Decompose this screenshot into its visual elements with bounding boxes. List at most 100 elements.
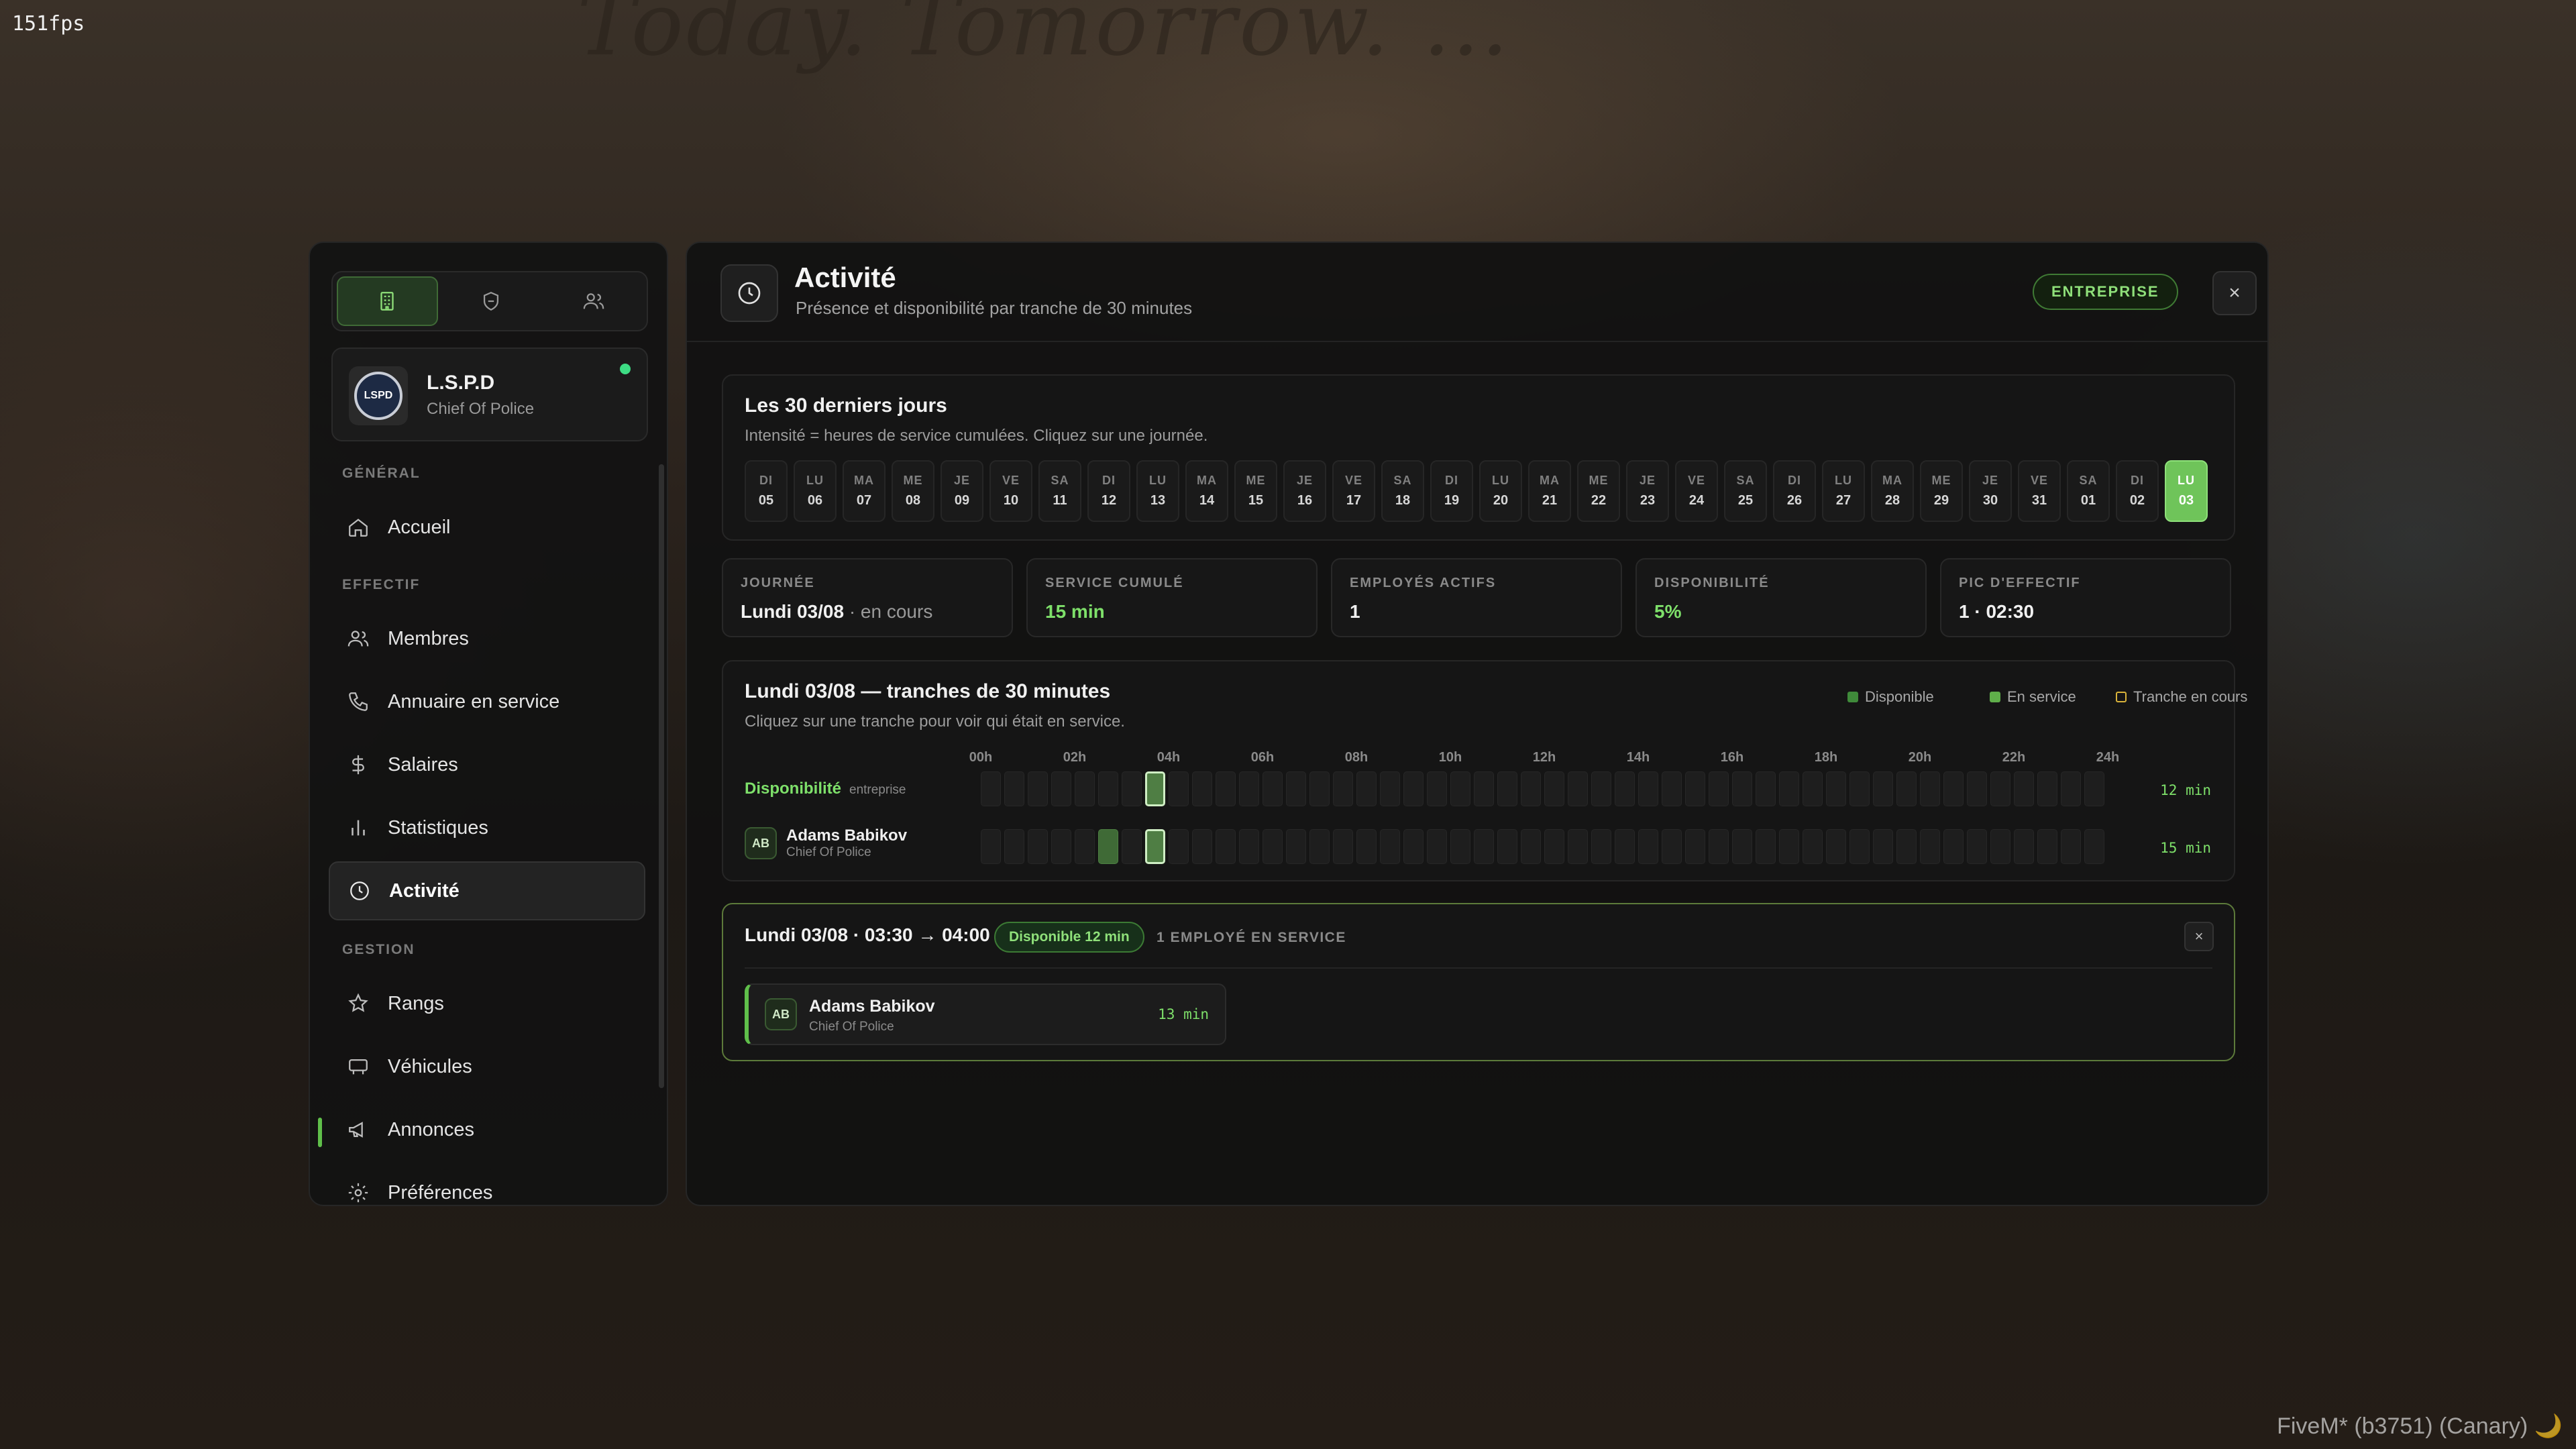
time-slot[interactable] xyxy=(1145,829,1165,864)
day-button[interactable]: MA 14 xyxy=(1185,460,1228,522)
time-slot[interactable] xyxy=(1873,771,1893,806)
time-slot[interactable] xyxy=(1849,829,1870,864)
time-slot[interactable] xyxy=(1990,829,2010,864)
time-slot[interactable] xyxy=(1544,829,1564,864)
nav-annuaire[interactable]: Annuaire en service xyxy=(329,672,645,731)
nav-statistiques[interactable]: Statistiques xyxy=(329,798,645,857)
nav-preferences[interactable]: Préférences xyxy=(329,1163,645,1205)
time-slot[interactable] xyxy=(1709,829,1729,864)
time-slot[interactable] xyxy=(1122,771,1142,806)
day-button[interactable]: DI 26 xyxy=(1773,460,1816,522)
day-button[interactable]: SA 25 xyxy=(1724,460,1767,522)
time-slot[interactable] xyxy=(1568,771,1588,806)
time-slot[interactable] xyxy=(1051,771,1071,806)
day-button[interactable]: DI 02 xyxy=(2116,460,2159,522)
time-slot[interactable] xyxy=(1169,771,1189,806)
time-slot[interactable] xyxy=(1075,829,1095,864)
nav-membres[interactable]: Membres xyxy=(329,609,645,668)
day-button[interactable]: LU 13 xyxy=(1136,460,1179,522)
day-button[interactable]: ME 22 xyxy=(1577,460,1620,522)
time-slot[interactable] xyxy=(1098,771,1118,806)
time-slot[interactable] xyxy=(1169,829,1189,864)
time-slot[interactable] xyxy=(1403,771,1424,806)
nav-rangs[interactable]: Rangs xyxy=(329,974,645,1033)
time-slot[interactable] xyxy=(1521,829,1541,864)
time-slot[interactable] xyxy=(1192,771,1212,806)
time-slot[interactable] xyxy=(1216,771,1236,806)
organization-card[interactable]: LSPD L.S.P.D Chief Of Police xyxy=(331,347,648,441)
day-button[interactable]: JE 23 xyxy=(1626,460,1669,522)
time-slot[interactable] xyxy=(1497,771,1517,806)
time-slot[interactable] xyxy=(1403,829,1424,864)
time-slot[interactable] xyxy=(1685,771,1705,806)
time-slot[interactable] xyxy=(981,771,1001,806)
day-button[interactable]: MA 21 xyxy=(1528,460,1571,522)
time-slot[interactable] xyxy=(1615,829,1635,864)
time-slot[interactable] xyxy=(1943,771,1964,806)
day-button[interactable]: ME 08 xyxy=(892,460,934,522)
time-slot[interactable] xyxy=(1380,771,1400,806)
time-slot[interactable] xyxy=(1591,829,1611,864)
day-button[interactable]: DI 19 xyxy=(1430,460,1473,522)
day-button[interactable]: ME 29 xyxy=(1920,460,1963,522)
time-slot[interactable] xyxy=(1474,829,1494,864)
day-button[interactable]: VE 24 xyxy=(1675,460,1718,522)
day-button[interactable]: VE 17 xyxy=(1332,460,1375,522)
nav-vehicules[interactable]: Véhicules xyxy=(329,1037,645,1096)
time-slot[interactable] xyxy=(2061,771,2081,806)
time-slot[interactable] xyxy=(1427,829,1447,864)
time-slot[interactable] xyxy=(1004,771,1024,806)
time-slot[interactable] xyxy=(1263,771,1283,806)
day-button[interactable]: VE 10 xyxy=(989,460,1032,522)
time-slot[interactable] xyxy=(1920,829,1940,864)
time-slot[interactable] xyxy=(1286,771,1306,806)
time-slot[interactable] xyxy=(1286,829,1306,864)
time-slot[interactable] xyxy=(1309,829,1330,864)
time-slot[interactable] xyxy=(1849,771,1870,806)
day-button[interactable]: ME 15 xyxy=(1234,460,1277,522)
time-slot[interactable] xyxy=(1263,829,1283,864)
day-button[interactable]: JE 16 xyxy=(1283,460,1326,522)
time-slot[interactable] xyxy=(1826,771,1846,806)
time-slot[interactable] xyxy=(1450,829,1470,864)
time-slot[interactable] xyxy=(1638,771,1658,806)
time-slot[interactable] xyxy=(1098,829,1118,864)
time-slot[interactable] xyxy=(1427,771,1447,806)
nav-salaires[interactable]: Salaires xyxy=(329,735,645,794)
time-slot[interactable] xyxy=(1709,771,1729,806)
time-slot[interactable] xyxy=(1591,771,1611,806)
day-button[interactable]: LU 20 xyxy=(1479,460,1522,522)
time-slot[interactable] xyxy=(1521,771,1541,806)
time-slot[interactable] xyxy=(1333,829,1353,864)
day-button[interactable]: JE 30 xyxy=(1969,460,2012,522)
day-button[interactable]: DI 12 xyxy=(1087,460,1130,522)
time-slot[interactable] xyxy=(1497,829,1517,864)
time-slot[interactable] xyxy=(2014,829,2034,864)
time-slot[interactable] xyxy=(1192,829,1212,864)
time-slot[interactable] xyxy=(1239,829,1259,864)
time-slot[interactable] xyxy=(2037,771,2057,806)
time-slot[interactable] xyxy=(1216,829,1236,864)
day-button[interactable]: JE 09 xyxy=(941,460,983,522)
time-slot[interactable] xyxy=(1779,829,1799,864)
time-slot[interactable] xyxy=(1638,829,1658,864)
time-slot[interactable] xyxy=(1896,771,1917,806)
time-slot[interactable] xyxy=(1028,829,1048,864)
time-slot[interactable] xyxy=(1756,829,1776,864)
sidebar-scrollbar[interactable] xyxy=(659,464,664,1088)
day-button[interactable]: SA 18 xyxy=(1381,460,1424,522)
time-slot[interactable] xyxy=(1380,829,1400,864)
time-slot[interactable] xyxy=(1356,829,1377,864)
time-slot[interactable] xyxy=(1051,829,1071,864)
time-slot[interactable] xyxy=(1662,771,1682,806)
employee-card[interactable]: AB Adams Babikov Chief Of Police 13 min xyxy=(745,983,1226,1045)
tab-building[interactable] xyxy=(337,276,438,326)
time-slot[interactable] xyxy=(2061,829,2081,864)
time-slot[interactable] xyxy=(1075,771,1095,806)
time-slot[interactable] xyxy=(1333,771,1353,806)
tab-users[interactable] xyxy=(544,276,643,326)
time-slot[interactable] xyxy=(1943,829,1964,864)
close-button[interactable]: × xyxy=(2212,271,2257,315)
nav-annonces[interactable]: Annonces xyxy=(329,1100,645,1159)
time-slot[interactable] xyxy=(1873,829,1893,864)
